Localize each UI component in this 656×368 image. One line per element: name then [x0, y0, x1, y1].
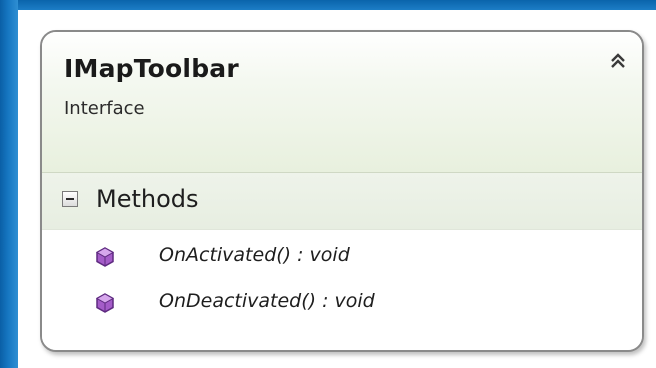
section-label: Methods	[96, 185, 199, 213]
class-header: IMapToolbar Interface	[42, 32, 642, 173]
methods-section-header: Methods	[42, 173, 642, 230]
list-item[interactable]: OnActivated() : void	[42, 238, 642, 278]
class-shape[interactable]: IMapToolbar Interface Methods OnActivate…	[40, 30, 644, 352]
method-signature: OnDeactivated() : void	[159, 290, 375, 312]
method-signature: OnActivated() : void	[159, 244, 350, 266]
list-item[interactable]: OnDeactivated() : void	[42, 284, 642, 324]
method-cube-icon	[94, 246, 116, 268]
class-name: IMapToolbar	[64, 54, 239, 83]
methods-list: OnActivated() : void OnDeactivated() : v…	[42, 230, 642, 350]
class-stereotype: Interface	[64, 98, 145, 119]
method-cube-icon	[94, 292, 116, 314]
left-border-band	[0, 0, 18, 368]
collapse-minus-icon[interactable]	[62, 191, 78, 207]
double-chevron-up-icon[interactable]	[607, 50, 629, 72]
top-border-band	[0, 0, 656, 10]
